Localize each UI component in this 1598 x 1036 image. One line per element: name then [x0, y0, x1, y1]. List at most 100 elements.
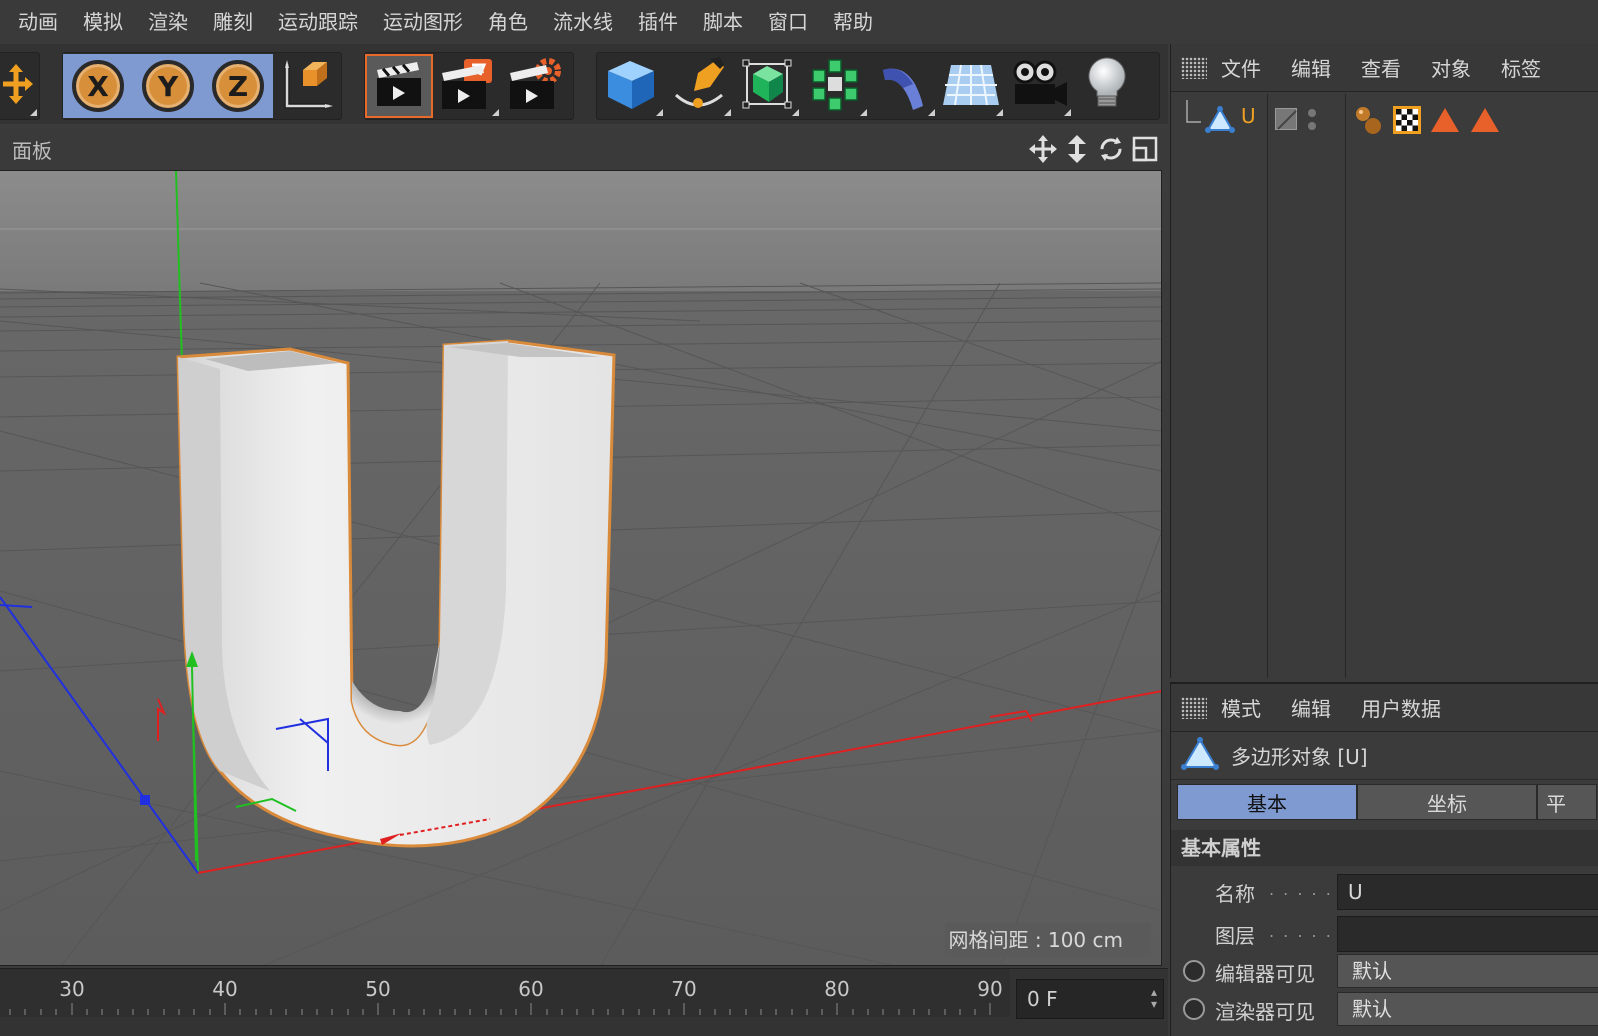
- timeline-tick-label: 60: [518, 977, 544, 1001]
- viewport-panel-menu[interactable]: 面板: [12, 135, 52, 164]
- maximize-view-icon[interactable]: [1130, 134, 1160, 164]
- menu-pipeline[interactable]: 流水线: [535, 0, 613, 44]
- render-settings-button[interactable]: [501, 54, 569, 118]
- renderer-visible-row: 渲染器可见 默认: [1171, 990, 1598, 1030]
- menu-bar: 动画 模拟 渲染 雕刻 运动跟踪 运动图形 角色 流水线 插件 脚本 窗口 帮助: [0, 0, 1598, 44]
- material-tag-icon[interactable]: [1353, 104, 1385, 140]
- renderer-visible-keyframe-radio[interactable]: [1183, 998, 1205, 1020]
- timeline-tick-label: 50: [365, 977, 391, 1001]
- menu-window[interactable]: 窗口: [750, 0, 808, 44]
- menu-sculpt[interactable]: 雕刻: [195, 0, 253, 44]
- menu-help[interactable]: 帮助: [815, 0, 873, 44]
- visibility-dots-icon[interactable]: [1305, 106, 1319, 138]
- renderer-visible-dropdown[interactable]: 默认: [1337, 992, 1598, 1026]
- submenu-corner: [792, 109, 799, 116]
- editor-visible-keyframe-radio[interactable]: [1183, 960, 1205, 982]
- attribute-object-header: 多边形对象 [U]: [1171, 732, 1598, 780]
- submenu-corner: [492, 109, 499, 116]
- am-menu-user-data[interactable]: 用户数据: [1361, 693, 1441, 722]
- object-list: U: [1171, 94, 1598, 678]
- object-name[interactable]: U: [1241, 104, 1256, 128]
- om-menu-edit[interactable]: 编辑: [1291, 53, 1331, 82]
- object-manager-menu: 文件 编辑 查看 对象 标签: [1171, 44, 1598, 92]
- timeline-tick-label: 40: [212, 977, 238, 1001]
- name-property-row: 名称 . . . . . U: [1171, 872, 1598, 912]
- phong-tag-icon[interactable]: [1469, 106, 1501, 138]
- main-toolbar: X Y Z: [0, 44, 1168, 124]
- dolly-view-icon[interactable]: [1062, 134, 1092, 164]
- polygon-object-icon: [1181, 736, 1219, 775]
- tab-phong[interactable]: 平: [1537, 784, 1597, 820]
- name-field[interactable]: U: [1337, 874, 1598, 910]
- cube-icon: [604, 57, 658, 115]
- 3d-viewport[interactable]: 网格间距 : 100 cm: [0, 170, 1162, 966]
- floor-plane-icon: [941, 57, 1001, 115]
- menu-character[interactable]: 角色: [470, 0, 528, 44]
- om-menu-view[interactable]: 查看: [1361, 53, 1401, 82]
- light-button[interactable]: [1073, 54, 1141, 118]
- om-menu-objects[interactable]: 对象: [1431, 53, 1471, 82]
- grid-spacing-readout: 网格间距 : 100 cm: [944, 923, 1151, 957]
- editor-visible-label: 编辑器可见: [1215, 962, 1315, 986]
- current-frame-value: 0 F: [1027, 987, 1058, 1011]
- am-menu-mode[interactable]: 模式: [1221, 693, 1261, 722]
- subdivision-surface-icon: [739, 56, 795, 116]
- submenu-corner: [30, 109, 37, 116]
- timeline-tick-label: 30: [59, 977, 85, 1001]
- label-dots: . . . . .: [1269, 880, 1333, 899]
- editor-visible-row: 编辑器可见 默认: [1171, 952, 1598, 992]
- render-view-button[interactable]: [365, 54, 433, 118]
- z-axis-lock-button[interactable]: Z: [203, 54, 273, 118]
- timeline-tick-label: 80: [824, 977, 850, 1001]
- subdivision-surface-button[interactable]: [733, 54, 801, 118]
- editor-visible-dropdown[interactable]: 默认: [1337, 954, 1598, 988]
- rotate-view-icon[interactable]: [1096, 134, 1126, 164]
- column-separator: [1345, 94, 1346, 678]
- menu-motion-tracking[interactable]: 运动跟踪: [260, 0, 358, 44]
- menu-script[interactable]: 脚本: [685, 0, 743, 44]
- frame-stepper-icon[interactable]: ▴ ▾: [1151, 986, 1157, 1010]
- coordinate-system-icon: [279, 56, 335, 116]
- attribute-manager: 模式 编辑 用户数据 多边形对象 [U] 基本 坐标 平 基本属性 名称 . .…: [1170, 682, 1598, 1036]
- panel-grip-icon[interactable]: [1181, 696, 1207, 719]
- pen-tool-button[interactable]: [665, 54, 733, 118]
- layer-field[interactable]: [1337, 916, 1598, 952]
- bend-deformer-button[interactable]: [869, 54, 937, 118]
- menu-plugins[interactable]: 插件: [620, 0, 678, 44]
- submenu-corner: [996, 109, 1003, 116]
- tab-coordinates[interactable]: 坐标: [1357, 784, 1537, 820]
- coordinate-system-button[interactable]: [273, 54, 341, 118]
- submenu-corner: [1064, 109, 1071, 116]
- menu-simulate[interactable]: 模拟: [65, 0, 123, 44]
- menu-animate[interactable]: 动画: [0, 0, 58, 44]
- y-axis-lock-button[interactable]: Y: [133, 54, 203, 118]
- add-cube-button[interactable]: [597, 54, 665, 118]
- move-tool-button[interactable]: [0, 54, 39, 118]
- layer-color-icon[interactable]: [1275, 108, 1297, 130]
- floor-button[interactable]: [937, 54, 1005, 118]
- panel-grip-icon[interactable]: [1181, 56, 1207, 79]
- cloner-icon: [807, 56, 863, 116]
- phong-tag-icon[interactable]: [1429, 106, 1461, 138]
- attribute-manager-menu: 模式 编辑 用户数据: [1171, 684, 1598, 732]
- cloner-button[interactable]: [801, 54, 869, 118]
- camera-icon: [1009, 58, 1069, 114]
- checker-texture-tag-icon[interactable]: [1393, 106, 1421, 138]
- menu-mograph[interactable]: 运动图形: [365, 0, 463, 44]
- tab-basic[interactable]: 基本: [1177, 784, 1357, 820]
- om-menu-tags[interactable]: 标签: [1501, 53, 1541, 82]
- camera-button[interactable]: [1005, 54, 1073, 118]
- render-picture-viewer-button[interactable]: [433, 54, 501, 118]
- pan-view-icon[interactable]: [1028, 134, 1058, 164]
- menu-render[interactable]: 渲染: [130, 0, 188, 44]
- section-basic-properties: 基本属性: [1171, 830, 1598, 866]
- timeline-ruler[interactable]: 30 40 50 60 70 80 90: [0, 969, 1010, 1017]
- am-menu-edit[interactable]: 编辑: [1291, 693, 1331, 722]
- current-frame-field[interactable]: 0 F ▴ ▾: [1016, 979, 1164, 1019]
- om-menu-file[interactable]: 文件: [1221, 53, 1261, 82]
- x-axis-lock-button[interactable]: X: [63, 54, 133, 118]
- object-row-u[interactable]: U: [1171, 100, 1598, 136]
- timeline-tick-label: 90: [977, 977, 1003, 1001]
- layer-label: 图层: [1215, 924, 1255, 948]
- render-group: [364, 52, 574, 120]
